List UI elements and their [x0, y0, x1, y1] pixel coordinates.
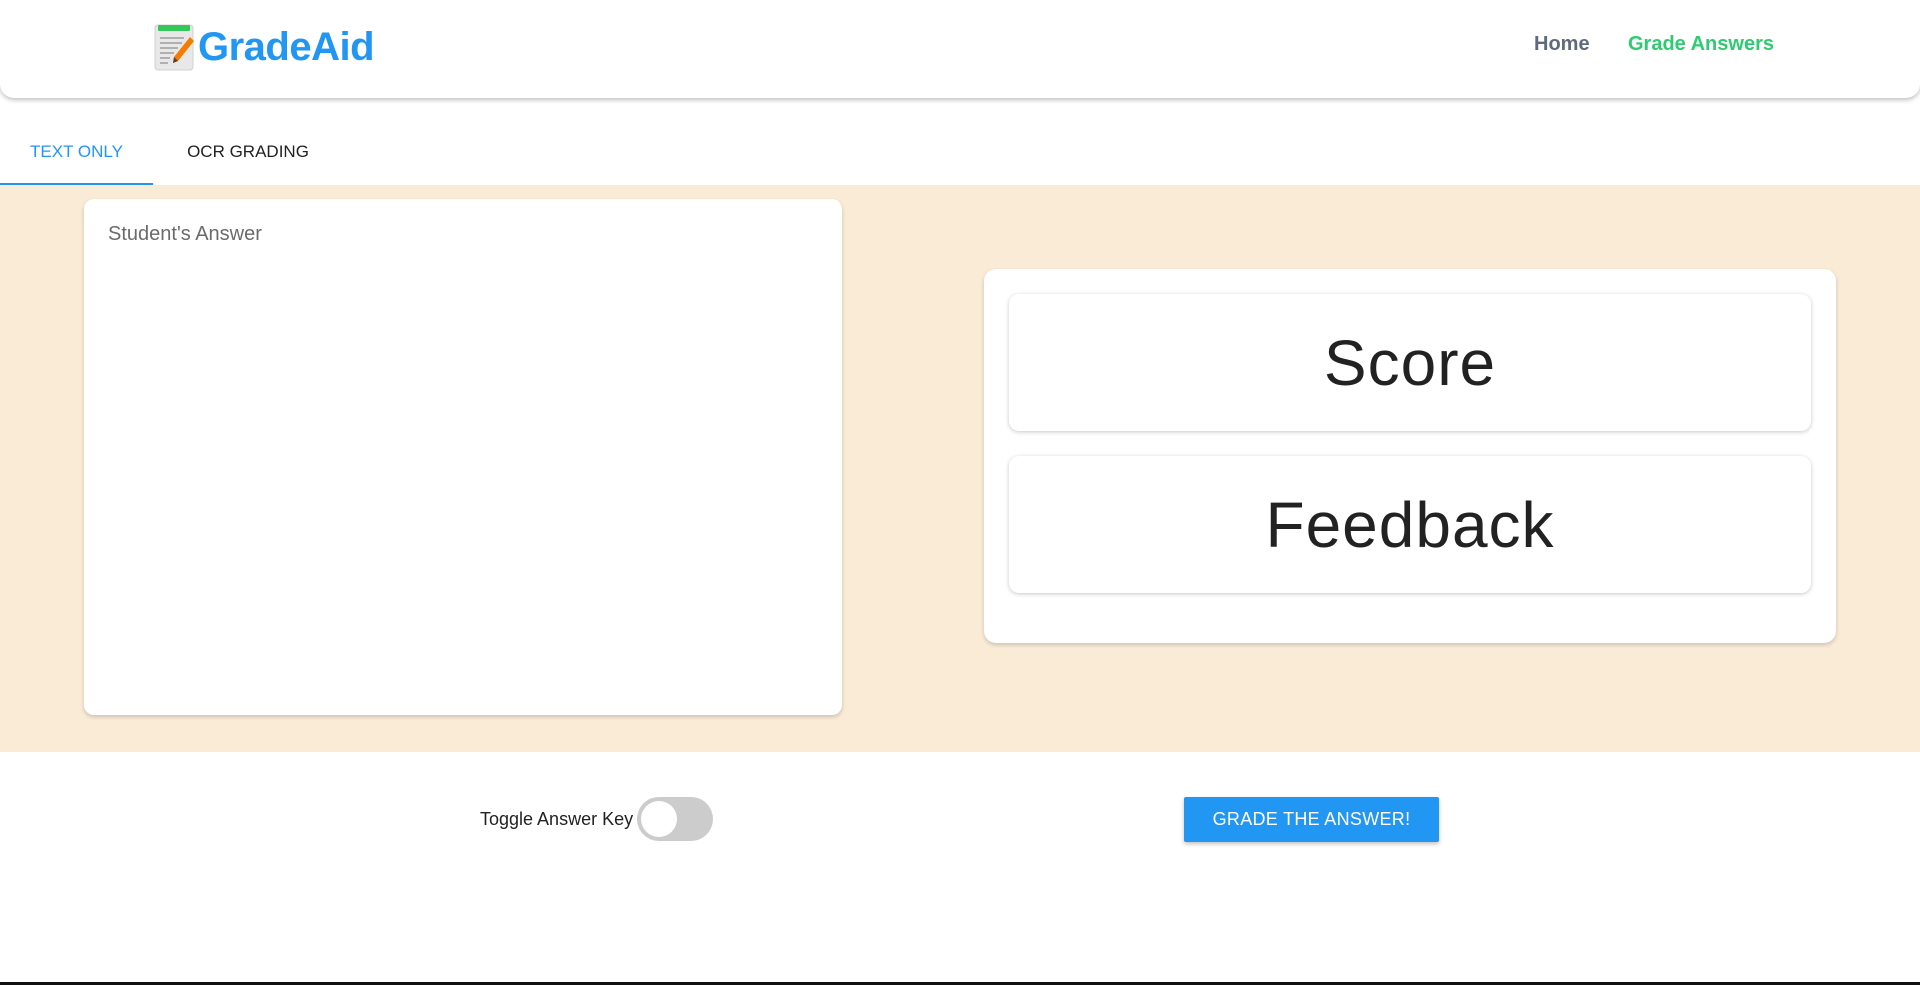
student-answer-card	[84, 199, 842, 715]
feedback-display: Feedback	[1009, 456, 1811, 593]
answer-key-toggle[interactable]	[637, 797, 714, 841]
grade-answer-button[interactable]: GRADE THE ANSWER!	[1184, 797, 1439, 842]
nav-grade-answers-link[interactable]: Grade Answers	[1628, 33, 1774, 56]
results-card: Score Feedback	[984, 269, 1836, 643]
answer-key-toggle-group: Toggle Answer Key	[480, 797, 714, 841]
logo-link[interactable]: GradeAid	[154, 22, 375, 72]
app-name: GradeAid	[198, 24, 375, 69]
grading-mode-tabs: TEXT ONLY OCR GRADING	[0, 128, 400, 185]
score-display: Score	[1009, 294, 1811, 431]
notepad-pencil-icon	[154, 24, 194, 71]
page: GradeAid Home Grade Answers TEXT ONLY OC…	[0, 0, 1920, 985]
toggle-knob	[641, 801, 678, 837]
student-answer-input[interactable]	[84, 199, 842, 715]
tab-text-only[interactable]: TEXT ONLY	[0, 128, 153, 185]
tab-ocr-grading[interactable]: OCR GRADING	[153, 128, 343, 185]
toggle-answer-key-label: Toggle Answer Key	[480, 808, 634, 829]
nav-home-link[interactable]: Home	[1534, 33, 1590, 56]
app-header: GradeAid Home Grade Answers	[0, 0, 1920, 98]
grading-panel: Score Feedback	[0, 185, 1920, 752]
